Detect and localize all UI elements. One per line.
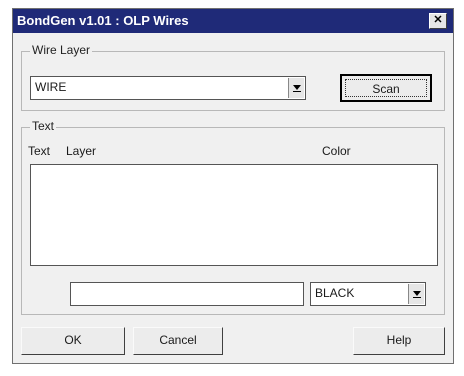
color-select[interactable]: BLACK bbox=[310, 282, 426, 306]
help-button[interactable]: Help bbox=[353, 327, 445, 355]
column-header-layer: Layer bbox=[66, 144, 97, 158]
chevron-down-icon[interactable] bbox=[408, 284, 424, 304]
title-bar: BondGen v1.01 : OLP Wires ✕ bbox=[13, 9, 453, 33]
column-header-text: Text bbox=[28, 144, 51, 158]
chevron-down-icon[interactable] bbox=[288, 78, 304, 98]
text-input[interactable] bbox=[70, 282, 304, 306]
color-value: BLACK bbox=[315, 286, 355, 300]
wire-layer-select[interactable]: WIRE bbox=[30, 76, 306, 100]
window-title: BondGen v1.01 : OLP Wires bbox=[17, 13, 189, 28]
close-icon: ✕ bbox=[433, 14, 443, 26]
column-header-color: Color bbox=[322, 144, 351, 158]
cancel-button[interactable]: Cancel bbox=[133, 327, 223, 355]
scan-button[interactable]: Scan bbox=[340, 74, 432, 102]
wire-layer-group: Wire Layer WIRE Scan bbox=[21, 43, 445, 111]
text-legend: Text bbox=[30, 119, 57, 133]
text-group: Text Text Layer Color BLACK bbox=[21, 119, 445, 315]
ok-button[interactable]: OK bbox=[21, 327, 125, 355]
dialog-window: BondGen v1.01 : OLP Wires ✕ Wire Layer W… bbox=[12, 8, 454, 364]
scan-button-label: Scan bbox=[345, 79, 427, 97]
wire-layer-value: WIRE bbox=[35, 80, 67, 94]
close-button[interactable]: ✕ bbox=[429, 13, 447, 29]
wire-layer-legend: Wire Layer bbox=[30, 43, 93, 57]
text-layer-list[interactable] bbox=[30, 164, 438, 266]
